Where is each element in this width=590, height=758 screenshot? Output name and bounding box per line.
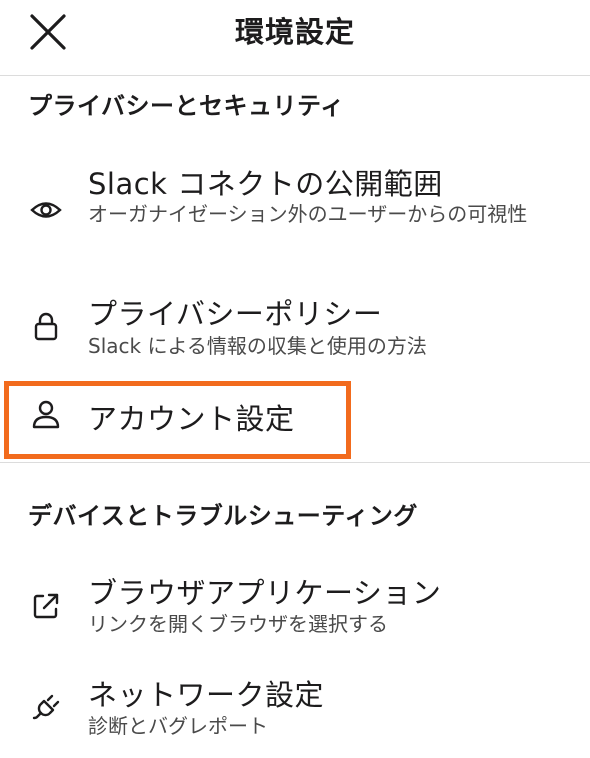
item-network-settings[interactable]: ネットワーク設定 診断とバグレポート — [0, 672, 590, 752]
item-description: リンクを開くブラウザを選択する — [88, 612, 388, 636]
external-link-icon — [33, 593, 59, 619]
item-description: Slack による情報の収集と使用の方法 — [88, 334, 427, 358]
plug-icon — [32, 694, 60, 720]
section-title-privacy: プライバシーとセキュリティ — [28, 92, 345, 120]
item-description: 診断とバグレポート — [88, 714, 268, 738]
item-label: プライバシーポリシー — [88, 297, 383, 331]
item-browser-application[interactable]: ブラウザアプリケーション リンクを開くブラウザを選択する — [0, 570, 590, 650]
eye-icon — [30, 202, 62, 218]
section-divider — [0, 462, 590, 463]
person-icon — [32, 400, 60, 429]
item-privacy-policy[interactable]: プライバシーポリシー Slack による情報の収集と使用の方法 — [0, 288, 590, 368]
item-label: アカウント設定 — [88, 402, 295, 436]
lock-icon — [34, 312, 58, 341]
item-description: オーガナイゼーション外のユーザーからの可視性 — [88, 202, 528, 226]
item-account-settings[interactable]: アカウント設定 — [0, 384, 590, 454]
item-label: Slack コネクトの公開範囲 — [88, 167, 443, 201]
item-label: ブラウザアプリケーション — [88, 576, 442, 610]
header: 環境設定 — [0, 0, 590, 76]
page-title: 環境設定 — [234, 15, 355, 49]
section-title-devices: デバイスとトラブルシューティング — [28, 502, 418, 530]
item-label: ネットワーク設定 — [88, 678, 325, 712]
item-slack-connect-visibility[interactable]: Slack コネクトの公開範囲 オーガナイゼーション外のユーザーからの可視性 — [0, 158, 590, 264]
